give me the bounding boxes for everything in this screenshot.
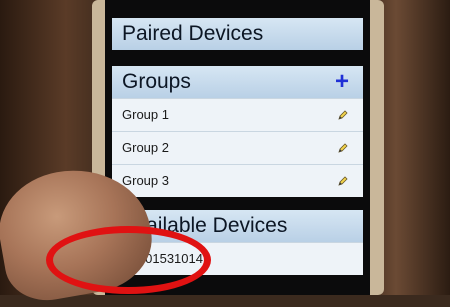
highlight-ellipse: [46, 226, 211, 294]
groups-title: Groups: [122, 70, 191, 93]
group-row-label: Group 2: [122, 140, 169, 155]
group-row-1[interactable]: Group 1: [112, 98, 363, 131]
group-row-3[interactable]: Group 3: [112, 164, 363, 197]
paired-devices-header: Paired Devices: [112, 18, 363, 50]
groups-section: Groups + Group 1 Group 2 Group 3: [112, 66, 363, 197]
add-group-icon[interactable]: +: [335, 66, 349, 98]
pencil-icon[interactable]: [337, 109, 349, 121]
paired-devices-section: Paired Devices: [112, 18, 363, 50]
pencil-icon[interactable]: [337, 142, 349, 154]
group-row-label: Group 1: [122, 107, 169, 122]
group-row-label: Group 3: [122, 173, 169, 188]
pencil-icon[interactable]: [337, 175, 349, 187]
group-row-2[interactable]: Group 2: [112, 131, 363, 164]
groups-header: Groups +: [112, 66, 363, 98]
paired-devices-title: Paired Devices: [122, 22, 264, 45]
